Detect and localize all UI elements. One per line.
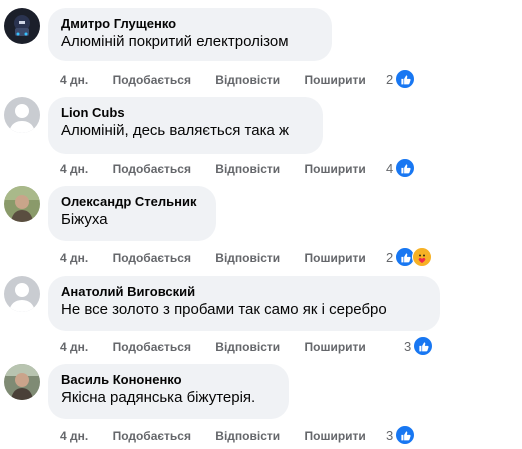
comment-bubble: Анатолий Виговский Не все золото з проба… bbox=[48, 276, 440, 331]
comment-time[interactable]: 4 дн. bbox=[60, 428, 88, 444]
comment-text: Алюміній покритий електролізом bbox=[61, 33, 289, 50]
avatar-image bbox=[4, 8, 40, 44]
reply-button[interactable]: Відповісти bbox=[215, 161, 280, 177]
reaction-count: 3 bbox=[386, 427, 394, 443]
reaction-count: 2 bbox=[386, 249, 394, 265]
reaction-summary[interactable]: 3 bbox=[404, 336, 434, 356]
like-button[interactable]: Подобається bbox=[113, 428, 191, 444]
comment-bubble: Василь Кононенко Якісна радянська біжуте… bbox=[48, 364, 289, 419]
comment-bubble: Олександр Стельник Біжуха bbox=[48, 186, 216, 241]
reaction-summary[interactable]: 3 bbox=[386, 425, 416, 445]
comment-actions: 4 дн. Подобається Відповісти Поширити bbox=[60, 250, 387, 266]
share-button[interactable]: Поширити bbox=[304, 339, 365, 355]
like-icon bbox=[395, 69, 416, 89]
comment-author[interactable]: Анатолий Виговский bbox=[61, 283, 427, 300]
comment-time[interactable]: 4 дн. bbox=[60, 250, 88, 266]
reply-button[interactable]: Відповісти bbox=[215, 339, 280, 355]
reaction-count: 3 bbox=[404, 338, 412, 354]
avatar[interactable] bbox=[4, 97, 40, 133]
like-button[interactable]: Подобається bbox=[113, 161, 191, 177]
comment-author[interactable]: Олександр Стельник bbox=[61, 193, 203, 210]
comment-author[interactable]: Lion Cubs bbox=[61, 104, 310, 121]
reaction-count: 2 bbox=[386, 71, 394, 87]
avatar-image bbox=[4, 186, 40, 222]
comment-actions: 4 дн. Подобається Відповісти Поширити bbox=[60, 161, 387, 177]
comment-text: Якісна радянська біжутерія. bbox=[61, 389, 256, 406]
like-icon bbox=[413, 336, 434, 356]
share-button[interactable]: Поширити bbox=[304, 428, 365, 444]
comment-text: Біжуха bbox=[61, 211, 108, 228]
reply-button[interactable]: Відповісти bbox=[215, 428, 280, 444]
reaction-count: 4 bbox=[386, 160, 394, 176]
reaction-summary[interactable]: 4 bbox=[386, 158, 416, 178]
comment-author[interactable]: Василь Кононенко bbox=[61, 371, 276, 388]
comment-bubble: Lion Cubs Алюміній, десь валяється така … bbox=[48, 97, 323, 154]
avatar[interactable] bbox=[4, 186, 40, 222]
comment-time[interactable]: 4 дн. bbox=[60, 339, 88, 355]
avatar-image bbox=[4, 364, 40, 400]
like-icon bbox=[395, 425, 416, 445]
like-button[interactable]: Подобається bbox=[113, 250, 191, 266]
comment-actions: 4 дн. Подобається Відповісти Поширити bbox=[60, 339, 387, 355]
comment-author[interactable]: Дмитро Глущенко bbox=[61, 15, 319, 32]
comment-actions: 4 дн. Подобається Відповісти Поширити bbox=[60, 72, 387, 88]
share-button[interactable]: Поширити bbox=[304, 161, 365, 177]
share-button[interactable]: Поширити bbox=[304, 72, 365, 88]
comment-text: Не все золото з пробами так само як і се… bbox=[61, 301, 387, 318]
like-icon bbox=[395, 158, 416, 178]
like-button[interactable]: Подобається bbox=[113, 339, 191, 355]
share-button[interactable]: Поширити bbox=[304, 250, 365, 266]
reply-button[interactable]: Відповісти bbox=[215, 250, 280, 266]
comment-text: Алюміній, десь валяється така ж bbox=[61, 122, 290, 139]
avatar[interactable] bbox=[4, 276, 40, 312]
comment-bubble: Дмитро Глущенко Алюміній покритий електр… bbox=[48, 8, 332, 61]
default-avatar-icon bbox=[4, 97, 40, 133]
default-avatar-icon bbox=[4, 276, 40, 312]
like-button[interactable]: Подобається bbox=[113, 72, 191, 88]
care-icon bbox=[412, 247, 433, 267]
reaction-summary[interactable]: 2 bbox=[386, 247, 433, 267]
reaction-summary[interactable]: 2 bbox=[386, 69, 416, 89]
avatar[interactable] bbox=[4, 8, 40, 44]
comment-time[interactable]: 4 дн. bbox=[60, 161, 88, 177]
avatar[interactable] bbox=[4, 364, 40, 400]
comment-time[interactable]: 4 дн. bbox=[60, 72, 88, 88]
comment-actions: 4 дн. Подобається Відповісти Поширити bbox=[60, 428, 387, 444]
reply-button[interactable]: Відповісти bbox=[215, 72, 280, 88]
